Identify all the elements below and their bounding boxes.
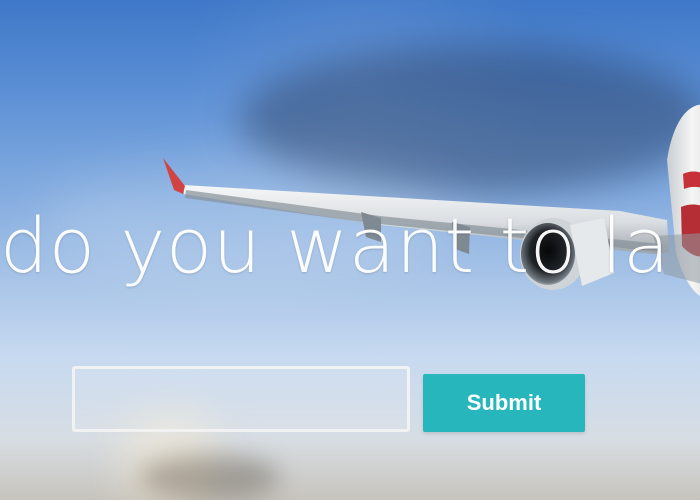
blurred-ground-object — [140, 455, 280, 500]
destination-input[interactable] — [72, 366, 410, 432]
hero-headline: e do you want to la — [0, 201, 671, 290]
destination-search-form: Submit — [72, 366, 592, 438]
submit-button[interactable]: Submit — [423, 374, 585, 432]
hero-background: e do you want to la Submit — [0, 0, 700, 500]
